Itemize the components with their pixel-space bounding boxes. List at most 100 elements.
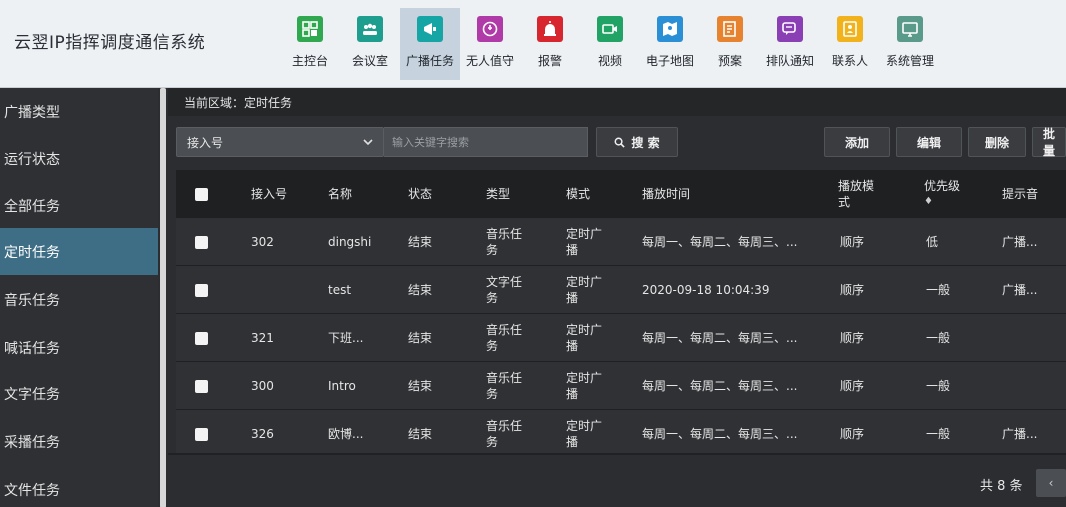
batch-button[interactable]: 批量	[1032, 127, 1066, 158]
nav-item-9[interactable]: 联系人	[820, 8, 880, 80]
nav-item-6[interactable]: 电子地图	[640, 8, 700, 80]
row-checkbox[interactable]	[195, 266, 208, 314]
nav-item-10[interactable]: 系统管理	[880, 8, 940, 80]
cell-tone: 广播...	[1002, 427, 1038, 441]
nav-label: 报警	[537, 54, 562, 68]
sidebar-item-6[interactable]: 文字任务	[0, 370, 158, 417]
nav-item-5[interactable]: 视频	[580, 8, 640, 80]
total-count: 共 8 条	[980, 479, 1023, 494]
cell-name: dingshi	[328, 235, 372, 249]
cell-name: 下班...	[328, 331, 364, 345]
prev-page-button[interactable]: ‹	[1036, 469, 1066, 497]
cell-time: 2020-09-18 10:04:39	[642, 283, 770, 297]
nav-label: 广播任务	[405, 54, 454, 68]
cell-mode: 定时广播	[566, 227, 603, 257]
nav-label: 排队通知	[765, 54, 814, 68]
cell-type: 音乐任务	[486, 371, 523, 401]
nav-item-4[interactable]: 报警	[520, 8, 580, 80]
cell-priority: 一般	[926, 379, 951, 393]
nav-item-2[interactable]: 广播任务	[400, 8, 460, 80]
nav-item-8[interactable]: 排队通知	[760, 8, 820, 80]
cell-play-mode: 顺序	[840, 283, 865, 297]
delete-button-label: 删除	[984, 135, 1009, 150]
col-ext[interactable]: 接入号	[251, 170, 287, 218]
cell-type: 音乐任务	[486, 227, 523, 257]
table-row[interactable]: 300 Intro 结束 音乐任务 定时广播 每周一、每周二、每周三、... 顺序 一般	[176, 362, 1066, 410]
cell-status: 结束	[408, 379, 433, 393]
table-row[interactable]: 321 下班... 结束 音乐任务 定时广播 每周一、每周二、每周三、... 顺序 一般	[176, 314, 1066, 362]
search-button-label: 搜 索	[631, 135, 660, 150]
cell-priority: 一般	[926, 427, 951, 441]
megaphone-icon	[417, 16, 443, 42]
col-time[interactable]: 播放时间	[642, 170, 690, 218]
col-priority[interactable]: 优先级 ♦	[924, 170, 960, 218]
nav-item-3[interactable]: 无人值守	[460, 8, 520, 80]
col-status[interactable]: 状态	[408, 170, 432, 218]
cell-mode: 定时广播	[566, 419, 603, 449]
row-checkbox[interactable]	[195, 218, 208, 266]
nav-item-0[interactable]: 主控台	[280, 8, 340, 80]
cell-name: Intro	[328, 379, 356, 393]
row-checkbox[interactable]	[195, 362, 208, 410]
cell-name: test	[328, 283, 352, 297]
cell-ext: 326	[251, 427, 274, 441]
sidebar-item-5[interactable]: 喊话任务	[0, 324, 158, 371]
sidebar-item-1[interactable]: 运行状态	[0, 135, 158, 182]
cell-status: 结束	[408, 427, 433, 441]
nav-item-1[interactable]: 会议室	[340, 8, 400, 80]
scrollbar-thumb[interactable]	[160, 88, 166, 507]
cell-play-mode: 顺序	[840, 427, 865, 441]
search-field-select[interactable]: 接入号	[176, 127, 384, 157]
cell-mode: 定时广播	[566, 371, 603, 401]
cell-status: 结束	[408, 235, 433, 249]
sidebar: 广播类型 运行状态 全部任务 定时任务 音乐任务 喊话任务 文字任务 采播任务 文件任务	[0, 88, 158, 507]
batch-button-label: 批量	[1043, 127, 1056, 158]
unattended-icon	[477, 16, 503, 42]
cell-ext: 300	[251, 379, 274, 393]
select-all-checkbox[interactable]	[195, 170, 208, 218]
cell-status: 结束	[408, 283, 433, 297]
add-button[interactable]: 添加	[824, 127, 890, 157]
col-play-mode[interactable]: 播放模式	[838, 170, 882, 218]
cell-tone: 广播...	[1002, 283, 1038, 297]
nav-item-7[interactable]: 预案	[700, 8, 760, 80]
table-row[interactable]: test 结束 文字任务 定时广播 2020-09-18 10:04:39 顺序 一般 广播.…	[176, 266, 1066, 314]
delete-button[interactable]: 删除	[968, 127, 1026, 157]
system-icon	[897, 16, 923, 42]
chevron-left-icon: ‹	[1048, 476, 1054, 490]
sidebar-scrollbar[interactable]	[160, 88, 166, 507]
cell-name: 欧博...	[328, 427, 364, 441]
col-type[interactable]: 类型	[486, 170, 510, 218]
cell-play-mode: 顺序	[840, 379, 865, 393]
sidebar-item-7[interactable]: 采播任务	[0, 418, 158, 465]
select-value: 接入号	[187, 135, 224, 150]
sidebar-item-3[interactable]: 定时任务	[0, 228, 158, 275]
row-checkbox[interactable]	[195, 410, 208, 458]
cell-status: 结束	[408, 331, 433, 345]
table-row[interactable]: 326 欧博... 结束 音乐任务 定时广播 每周一、每周二、每周三、... 顺序 一般 广播.…	[176, 410, 1066, 458]
table-row[interactable]: 302 dingshi 结束 音乐任务 定时广播 每周一、每周二、每周三、... 顺序 低 广播…	[176, 218, 1066, 266]
sidebar-item-0[interactable]: 广播类型	[0, 88, 158, 135]
sort-icon[interactable]: ♦	[924, 194, 933, 210]
current-area-value: 定时任务	[244, 95, 293, 110]
meeting-icon	[357, 16, 383, 42]
sidebar-item-4[interactable]: 音乐任务	[0, 276, 158, 323]
col-mode[interactable]: 模式	[566, 170, 590, 218]
row-checkbox[interactable]	[195, 314, 208, 362]
contacts-icon	[837, 16, 863, 42]
edit-button[interactable]: 编辑	[896, 127, 962, 157]
col-tone[interactable]: 提示音	[1002, 170, 1038, 218]
search-input[interactable]	[384, 127, 588, 157]
cell-time: 每周一、每周二、每周三、...	[642, 379, 798, 393]
current-area-bar: 当前区域： 定时任务	[168, 88, 1066, 116]
cell-play-mode: 顺序	[840, 235, 865, 249]
cell-time: 每周一、每周二、每周三、...	[642, 235, 798, 249]
sidebar-item-2[interactable]: 全部任务	[0, 182, 158, 229]
nav-label: 电子地图	[645, 54, 694, 68]
cell-mode: 定时广播	[566, 275, 603, 305]
search-button[interactable]: 搜 索	[596, 127, 678, 157]
cell-time: 每周一、每周二、每周三、...	[642, 427, 798, 441]
col-name[interactable]: 名称	[328, 170, 352, 218]
table-header: 接入号 名称 状态 类型 模式 播放时间 播放模式 优先级 ♦ 提示音	[176, 170, 1066, 218]
sidebar-item-8[interactable]: 文件任务	[0, 466, 158, 507]
